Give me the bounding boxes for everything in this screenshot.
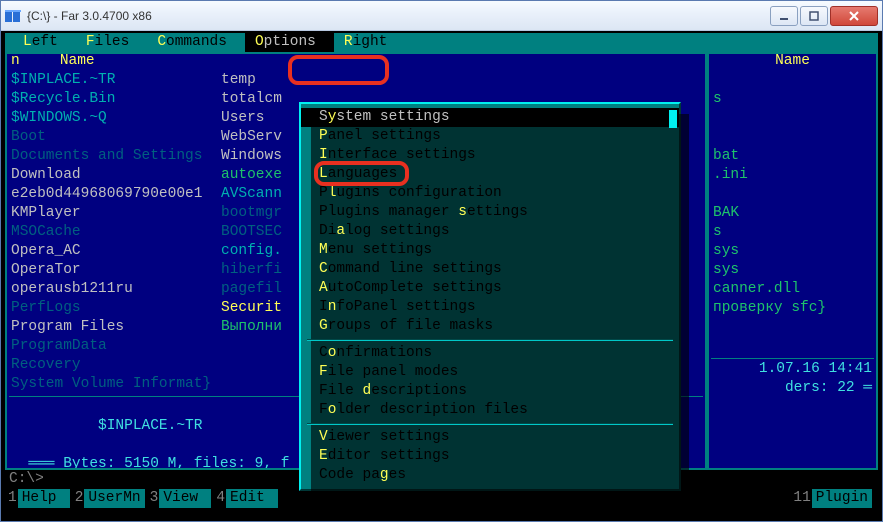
menu-options[interactable]: Options bbox=[245, 33, 334, 52]
minimize-button[interactable] bbox=[770, 6, 798, 26]
menu-right[interactable]: Right bbox=[334, 33, 406, 52]
fkey-1[interactable]: 1Help bbox=[7, 489, 70, 508]
maximize-button[interactable] bbox=[800, 6, 828, 26]
menu-left[interactable]: Left bbox=[13, 33, 76, 52]
menu-item-autocomplete-settings[interactable]: AutoComplete settings bbox=[301, 279, 679, 298]
menu-separator bbox=[307, 339, 673, 341]
table-row[interactable]: s bbox=[707, 223, 878, 242]
app-window: {C:\} - Far 3.0.4700 x86 LeftFilesComman… bbox=[0, 0, 883, 522]
menu-item-languages[interactable]: Languages bbox=[301, 165, 679, 184]
table-row[interactable]: .ini bbox=[707, 166, 878, 185]
menu-item-editor-settings[interactable]: Editor settings bbox=[301, 447, 679, 466]
col-n: n bbox=[11, 52, 25, 71]
col-name-1: Name bbox=[60, 52, 95, 71]
menu-item-plugins-manager-settings[interactable]: Plugins manager settings bbox=[301, 203, 679, 222]
menu-item-system-settings[interactable]: System settings bbox=[301, 108, 679, 127]
menu-item-confirmations[interactable]: Confirmations bbox=[301, 344, 679, 363]
menu-files[interactable]: Files bbox=[76, 33, 148, 52]
table-row[interactable]: sys bbox=[707, 261, 878, 280]
right-file-list[interactable]: s bat.ini BAKssyssyscanner.dllпроверку s… bbox=[707, 71, 878, 318]
menu-commands[interactable]: Commands bbox=[147, 33, 245, 52]
fkey-3[interactable]: 3View bbox=[149, 489, 212, 508]
menu-item-panel-settings[interactable]: Panel settings bbox=[301, 127, 679, 146]
menu-item-menu-settings[interactable]: Menu settings bbox=[301, 241, 679, 260]
table-row[interactable] bbox=[707, 185, 878, 204]
app-icon bbox=[5, 8, 21, 24]
fkey-4[interactable]: 4Edit bbox=[215, 489, 278, 508]
menu-item-code-pages[interactable]: Code pages bbox=[301, 466, 679, 485]
menu-item-dialog-settings[interactable]: Dialog settings bbox=[301, 222, 679, 241]
table-row[interactable]: проверку sfc} bbox=[707, 299, 878, 318]
left-panel-header: n Name bbox=[5, 52, 707, 71]
dropdown-scrollbar[interactable] bbox=[669, 110, 677, 483]
menu-item-infopanel-settings[interactable]: InfoPanel settings bbox=[301, 298, 679, 317]
table-row[interactable] bbox=[707, 109, 878, 128]
col-name-left bbox=[25, 52, 60, 71]
table-row[interactable]: BAK bbox=[707, 204, 878, 223]
fkey-11[interactable]: 11Plugin bbox=[792, 489, 872, 508]
options-dropdown: System settingsPanel settingsInterface s… bbox=[299, 102, 681, 491]
close-button[interactable] bbox=[830, 6, 878, 26]
col-name-r: Name bbox=[775, 52, 810, 71]
menu-item-interface-settings[interactable]: Interface settings bbox=[301, 146, 679, 165]
right-panel-date: 1.07.16 14:41 bbox=[707, 360, 878, 379]
titlebar[interactable]: {C:\} - Far 3.0.4700 x86 bbox=[1, 1, 882, 31]
menu-item-plugins-configuration[interactable]: Plugins configuration bbox=[301, 184, 679, 203]
menu-item-folder-description-files[interactable]: Folder description files bbox=[301, 401, 679, 420]
right-panel-header: Name bbox=[707, 52, 878, 71]
menu-item-file-descriptions[interactable]: File descriptions bbox=[301, 382, 679, 401]
menubar: LeftFilesCommandsOptionsRight bbox=[5, 33, 878, 52]
table-row[interactable]: $INPLACE.~TRtemp bbox=[11, 71, 701, 90]
right-panel-stats: ders: 22 ═ bbox=[707, 379, 878, 398]
menu-item-command-line-settings[interactable]: Command line settings bbox=[301, 260, 679, 279]
menu-item-groups-of-file-masks[interactable]: Groups of file masks bbox=[301, 317, 679, 336]
table-row[interactable] bbox=[707, 71, 878, 90]
menu-item-file-panel-modes[interactable]: File panel modes bbox=[301, 363, 679, 382]
table-row[interactable]: s bbox=[707, 90, 878, 109]
fkey-2[interactable]: 2UserMn bbox=[74, 489, 145, 508]
table-row[interactable]: sys bbox=[707, 242, 878, 261]
console-area: LeftFilesCommandsOptionsRight n Name $IN… bbox=[1, 31, 882, 521]
window-title: {C:\} - Far 3.0.4700 x86 bbox=[27, 9, 770, 23]
menu-separator bbox=[307, 423, 673, 425]
table-row[interactable] bbox=[707, 128, 878, 147]
menu-item-viewer-settings[interactable]: Viewer settings bbox=[301, 428, 679, 447]
right-panel[interactable]: Name s bat.ini BAKssyssyscanner.dllпрове… bbox=[707, 52, 878, 470]
table-row[interactable]: bat bbox=[707, 147, 878, 166]
table-row[interactable]: canner.dll bbox=[707, 280, 878, 299]
window-buttons bbox=[770, 6, 878, 26]
